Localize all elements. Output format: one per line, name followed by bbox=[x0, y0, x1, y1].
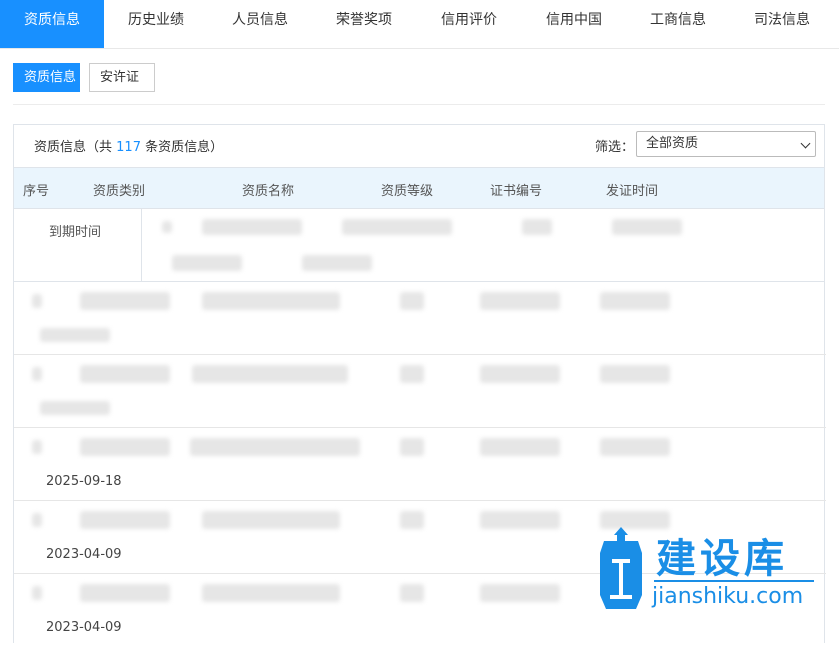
col-category: 资质类别 bbox=[93, 184, 146, 199]
tab-personnel[interactable]: 人员信息 bbox=[208, 0, 312, 48]
blurred-cell bbox=[80, 438, 170, 456]
table-row[interactable] bbox=[14, 355, 826, 428]
blurred-cell bbox=[400, 365, 424, 383]
blurred-cell bbox=[172, 255, 242, 271]
blurred-cell bbox=[480, 365, 560, 383]
blurred-cell bbox=[162, 221, 172, 233]
blurred-cell bbox=[400, 584, 424, 602]
blurred-cell bbox=[80, 511, 170, 529]
panel-title: 资质信息（共 117 条资质信息） bbox=[34, 136, 223, 155]
subtab-safety-license[interactable]: 安许证 bbox=[89, 63, 155, 92]
blurred-cell bbox=[80, 292, 170, 310]
blurred-cell bbox=[480, 584, 560, 602]
blurred-cell bbox=[480, 292, 560, 310]
blurred-cell bbox=[192, 365, 348, 383]
blurred-cell bbox=[80, 584, 170, 602]
watermark-underline bbox=[654, 580, 814, 582]
col-cert-number: 证书编号 bbox=[490, 184, 543, 199]
blurred-cell bbox=[400, 438, 424, 456]
col-level: 资质等级 bbox=[381, 184, 434, 199]
filter-select[interactable]: 全部资质 bbox=[636, 131, 816, 157]
blurred-cell bbox=[612, 219, 682, 235]
tab-qualification[interactable]: 资质信息 bbox=[0, 0, 104, 48]
col-expiry-date: 到期时间 bbox=[49, 225, 102, 240]
watermark-icon bbox=[600, 527, 642, 609]
blurred-cell bbox=[80, 365, 170, 383]
blurred-cell bbox=[522, 219, 552, 235]
expiry-date: 2025-09-18 bbox=[46, 474, 122, 489]
tab-business-info[interactable]: 工商信息 bbox=[626, 0, 730, 48]
expiry-date: 2023-04-09 bbox=[46, 547, 122, 562]
blurred-cell bbox=[202, 584, 340, 602]
watermark-url: jianshiku.com bbox=[652, 584, 804, 609]
table-row[interactable] bbox=[14, 282, 826, 355]
blurred-cell bbox=[400, 511, 424, 529]
col-name: 资质名称 bbox=[242, 184, 295, 199]
sub-header-content bbox=[142, 209, 824, 282]
blurred-cell bbox=[202, 219, 302, 235]
blurred-cell bbox=[190, 438, 360, 456]
tab-judicial-info[interactable]: 司法信息 bbox=[730, 0, 834, 48]
col-issue-date: 发证时间 bbox=[606, 184, 659, 199]
top-nav: 资质信息 历史业绩 人员信息 荣誉奖项 信用评价 信用中国 工商信息 司法信息 bbox=[0, 0, 839, 49]
panel-header: 资质信息（共 117 条资质信息） 筛选： 全部资质 bbox=[14, 125, 824, 167]
expiry-date: 2023-04-09 bbox=[46, 620, 122, 635]
sub-header: 到期时间 bbox=[14, 209, 142, 282]
blurred-cell bbox=[400, 292, 424, 310]
subtab-qualification[interactable]: 资质信息 bbox=[13, 63, 80, 92]
watermark-logo: 建设库 jianshiku.com bbox=[598, 520, 828, 620]
section-divider bbox=[13, 104, 825, 105]
blurred-cell bbox=[32, 513, 42, 527]
blurred-cell bbox=[32, 586, 42, 600]
blurred-cell bbox=[40, 328, 110, 342]
blurred-cell bbox=[32, 294, 42, 308]
table-row[interactable]: 2025-09-18 bbox=[14, 428, 826, 501]
panel-title-suffix: 条资质信息） bbox=[145, 140, 224, 155]
filter-select-value: 全部资质 bbox=[646, 136, 699, 151]
tab-honors[interactable]: 荣誉奖项 bbox=[312, 0, 416, 48]
blurred-cell bbox=[600, 365, 670, 383]
blurred-cell bbox=[202, 292, 340, 310]
qualification-count: 117 bbox=[116, 140, 141, 155]
blurred-cell bbox=[32, 367, 42, 381]
tab-credit-china[interactable]: 信用中国 bbox=[522, 0, 626, 48]
blurred-cell bbox=[600, 292, 670, 310]
blurred-cell bbox=[342, 219, 452, 235]
col-index: 序号 bbox=[23, 184, 50, 199]
table-header: 序号 资质类别 资质名称 资质等级 证书编号 发证时间 bbox=[14, 167, 824, 209]
tab-credit-evaluation[interactable]: 信用评价 bbox=[416, 0, 522, 48]
blurred-cell bbox=[32, 440, 42, 454]
watermark-text: 建设库 bbox=[656, 536, 788, 582]
blurred-cell bbox=[40, 401, 110, 415]
tab-history-performance[interactable]: 历史业绩 bbox=[104, 0, 208, 48]
blurred-cell bbox=[202, 511, 340, 529]
filter-label: 筛选： bbox=[595, 140, 635, 155]
blurred-cell bbox=[480, 511, 560, 529]
chevron-down-icon bbox=[800, 138, 811, 149]
blurred-cell bbox=[480, 438, 560, 456]
blurred-cell bbox=[600, 438, 670, 456]
panel-title-prefix: 资质信息（共 bbox=[34, 140, 113, 155]
blurred-cell bbox=[302, 255, 372, 271]
